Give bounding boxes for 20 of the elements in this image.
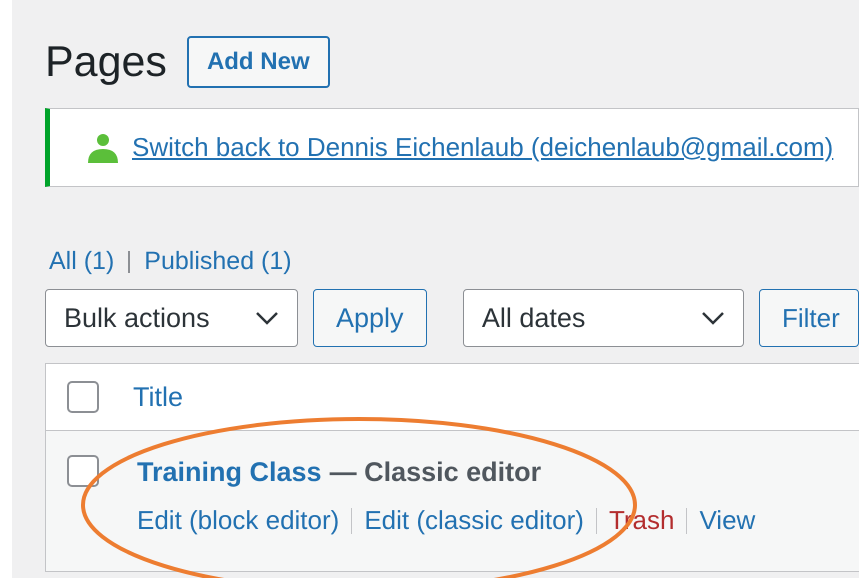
chevron-down-icon bbox=[254, 311, 279, 325]
page-title: Pages bbox=[45, 40, 167, 84]
row-checkbox[interactable] bbox=[67, 455, 99, 487]
filter-button[interactable]: Filter bbox=[759, 289, 859, 347]
row-action-link[interactable]: View bbox=[699, 501, 756, 540]
switch-back-link[interactable]: Switch back to Dennis Eichenlaub (deichenlaub@gmail.com) bbox=[132, 128, 834, 167]
view-filter-link[interactable]: All (1) bbox=[49, 243, 114, 281]
row-action-link[interactable]: Edit (classic editor) bbox=[364, 501, 584, 540]
page-title-link[interactable]: Training Class bbox=[137, 452, 322, 492]
chevron-down-icon bbox=[701, 311, 725, 325]
row-action-link[interactable]: Edit (block editor) bbox=[137, 501, 340, 540]
view-filter-link[interactable]: Published (1) bbox=[144, 243, 292, 281]
select-all-checkbox[interactable] bbox=[67, 381, 99, 413]
date-filter-select[interactable]: All dates bbox=[462, 289, 744, 347]
page-state-label: — Classic editor bbox=[330, 456, 542, 489]
apply-button[interactable]: Apply bbox=[312, 289, 427, 347]
add-new-button[interactable]: Add New bbox=[186, 36, 330, 88]
column-header[interactable]: Title bbox=[133, 376, 184, 418]
bulk-actions-select[interactable]: Bulk actions bbox=[45, 289, 298, 347]
user-icon bbox=[86, 132, 120, 162]
